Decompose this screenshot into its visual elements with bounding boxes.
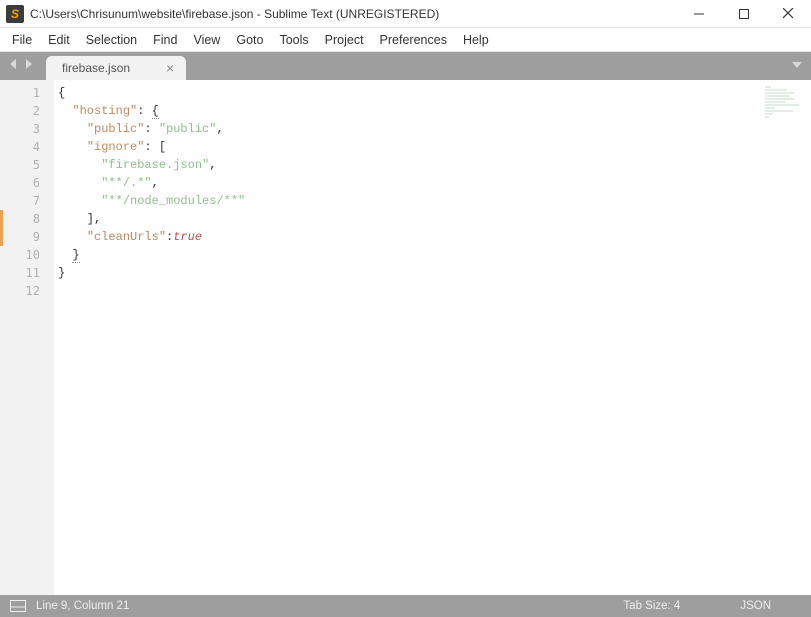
code-line[interactable]: "hosting": { (54, 102, 811, 120)
token (58, 140, 87, 154)
line-number: 11 (0, 264, 54, 282)
code-line[interactable]: } (54, 264, 811, 282)
editor-area[interactable]: 123456789101112 { "hosting": { "public":… (0, 80, 811, 595)
status-bar: Line 9, Column 21 Tab Size: 4 JSON (0, 595, 811, 617)
token: , (216, 122, 223, 136)
token: "cleanUrls" (87, 230, 166, 244)
token: "**/node_modules/**" (101, 194, 245, 208)
code-line[interactable]: ], (54, 210, 811, 228)
tab-prev-icon[interactable] (8, 57, 18, 75)
line-number: 3 (0, 120, 54, 138)
code-line[interactable]: "**/node_modules/**" (54, 192, 811, 210)
token (58, 122, 87, 136)
modified-marker (0, 228, 3, 246)
line-number: 6 (0, 174, 54, 192)
panel-switcher-icon[interactable] (10, 600, 26, 612)
tab-nav-arrows (0, 52, 42, 80)
token: "ignore" (87, 140, 145, 154)
line-number: 1 (0, 84, 54, 102)
token: : (144, 122, 158, 136)
token (58, 230, 87, 244)
token: ], (58, 212, 101, 226)
tab-overflow-icon[interactable] (791, 58, 803, 76)
status-syntax[interactable]: JSON (740, 600, 771, 612)
app-icon: S (6, 5, 24, 23)
token: "hosting" (72, 104, 137, 118)
window-title: C:\Users\Chrisunum\website\firebase.json… (30, 7, 439, 21)
menu-item-edit[interactable]: Edit (40, 30, 78, 50)
tab-bar: firebase.json × (0, 52, 811, 80)
token: "**/.*" (101, 176, 151, 190)
window-controls (676, 0, 811, 27)
token (58, 194, 101, 208)
status-tab-size[interactable]: Tab Size: 4 (623, 600, 680, 612)
code-line[interactable]: "ignore": [ (54, 138, 811, 156)
line-number: 12 (0, 282, 54, 300)
token: "public" (159, 122, 217, 136)
code-line[interactable]: "public": "public", (54, 120, 811, 138)
menu-item-preferences[interactable]: Preferences (372, 30, 455, 50)
minimize-button[interactable] (676, 0, 721, 27)
token: "public" (87, 122, 145, 136)
token (58, 104, 72, 118)
maximize-button[interactable] (721, 0, 766, 27)
code-line[interactable]: "firebase.json", (54, 156, 811, 174)
token: : (137, 104, 151, 118)
close-button[interactable] (766, 0, 811, 27)
line-number: 7 (0, 192, 54, 210)
tab-label: firebase.json (62, 61, 130, 75)
code-line[interactable]: { (54, 84, 811, 102)
token: } (72, 248, 79, 263)
line-number: 9 (0, 228, 54, 246)
line-number: 2 (0, 102, 54, 120)
menu-item-goto[interactable]: Goto (228, 30, 271, 50)
menu-item-project[interactable]: Project (317, 30, 372, 50)
line-number: 5 (0, 156, 54, 174)
modified-marker (0, 210, 3, 228)
menu-item-help[interactable]: Help (455, 30, 497, 50)
code-line[interactable]: } (54, 246, 811, 264)
gutter: 123456789101112 (0, 80, 54, 595)
tab-next-icon[interactable] (24, 57, 34, 75)
code-line[interactable]: "**/.*", (54, 174, 811, 192)
menu-item-selection[interactable]: Selection (78, 30, 145, 50)
token: , (209, 158, 216, 172)
token: : [ (144, 140, 166, 154)
menu-bar: FileEditSelectionFindViewGotoToolsProjec… (0, 28, 811, 52)
menu-item-tools[interactable]: Tools (271, 30, 316, 50)
line-number: 4 (0, 138, 54, 156)
tab-active[interactable]: firebase.json × (46, 56, 186, 80)
token (58, 158, 101, 172)
code-line[interactable] (54, 282, 811, 300)
token: { (58, 86, 65, 100)
code-line[interactable]: "cleanUrls":true (54, 228, 811, 246)
menu-item-file[interactable]: File (4, 30, 40, 50)
tab-close-icon[interactable]: × (166, 60, 174, 76)
status-cursor[interactable]: Line 9, Column 21 (36, 600, 129, 612)
menu-item-view[interactable]: View (185, 30, 228, 50)
minimap[interactable] (765, 86, 805, 146)
token: } (58, 266, 65, 280)
line-number: 10 (0, 246, 54, 264)
menu-item-find[interactable]: Find (145, 30, 185, 50)
code-area[interactable]: { "hosting": { "public": "public", "igno… (54, 80, 811, 595)
token (58, 248, 72, 262)
token: { (152, 104, 159, 119)
token: "firebase.json" (101, 158, 209, 172)
token: true (173, 230, 202, 244)
token (58, 176, 101, 190)
token: , (152, 176, 159, 190)
line-number: 8 (0, 210, 54, 228)
title-bar: S C:\Users\Chrisunum\website\firebase.js… (0, 0, 811, 28)
